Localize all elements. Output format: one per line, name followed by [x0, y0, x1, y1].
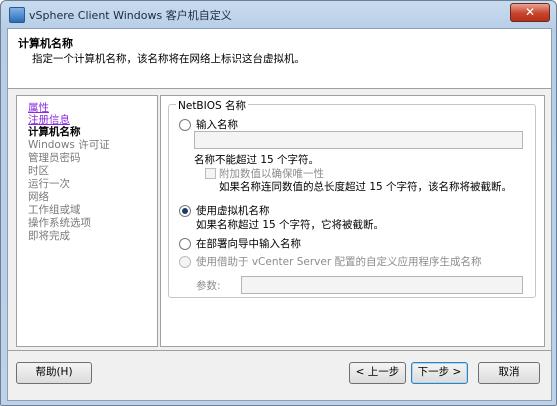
close-button[interactable]: ✕: [510, 3, 550, 22]
netbios-groupbox: NetBIOS 名称 输入名称 名称不能超过 15 个字符。 附加数值以确保唯一…: [168, 98, 536, 298]
append-unique-hint: 如果名称连同数值的总长度超过 15 个字符，该名称将被截断。: [219, 181, 513, 193]
params-label: 参数:: [196, 280, 221, 292]
main-panel: NetBIOS 名称 输入名称 名称不能超过 15 个字符。 附加数值以确保唯一…: [160, 95, 545, 347]
cancel-button[interactable]: 取消: [478, 362, 540, 384]
name-input[interactable]: [194, 131, 523, 149]
enter-in-wizard-radio[interactable]: [179, 238, 191, 250]
wizard-window: vSphere Client Windows 客户机自定义 ✕ 计算机名称 指定…: [0, 0, 557, 406]
use-vm-name-radio[interactable]: [179, 205, 191, 217]
page-description: 指定一个计算机名称，该名称将在网络上标识这台虚拟机。: [32, 53, 305, 65]
nav-item-ready-to-complete: 即将完成: [28, 230, 70, 242]
params-input: [241, 276, 523, 294]
wizard-body: 计算机名称 指定一个计算机名称，该名称将在网络上标识这台虚拟机。 属性 注册信息…: [7, 28, 552, 401]
wizard-nav: 属性 注册信息 计算机名称 Windows 许可证 管理员密码 时区 运行一次 …: [16, 95, 158, 347]
vcenter-app-label: 使用借助于 vCenter Server 配置的自定义应用程序生成名称: [196, 256, 482, 268]
enter-name-label[interactable]: 输入名称: [196, 117, 238, 132]
title-bar[interactable]: vSphere Client Windows 客户机自定义 ✕: [1, 1, 556, 27]
page-title: 计算机名称: [18, 37, 73, 50]
window-title: vSphere Client Windows 客户机自定义: [29, 9, 232, 22]
enter-in-wizard-label[interactable]: 在部署向导中输入名称: [196, 236, 301, 251]
next-button[interactable]: 下一步 >: [411, 362, 468, 384]
back-button[interactable]: < 上一步: [349, 362, 406, 384]
name-length-hint: 名称不能超过 15 个字符。: [194, 154, 320, 166]
netbios-legend: NetBIOS 名称: [176, 98, 248, 113]
vcenter-app-radio: [179, 256, 191, 268]
help-button[interactable]: 帮助(H): [16, 362, 92, 384]
enter-name-radio[interactable]: [179, 119, 191, 131]
use-vm-name-label[interactable]: 使用虚拟机名称: [196, 203, 270, 218]
footer-divider: [8, 350, 551, 351]
wizard-header: 计算机名称 指定一个计算机名称，该名称将在网络上标识这台虚拟机。: [8, 29, 551, 89]
vsphere-app-icon: [9, 7, 25, 23]
vm-name-hint: 如果名称超过 15 个字符，它将被截断。: [196, 219, 385, 231]
append-unique-checkbox[interactable]: [205, 168, 216, 179]
